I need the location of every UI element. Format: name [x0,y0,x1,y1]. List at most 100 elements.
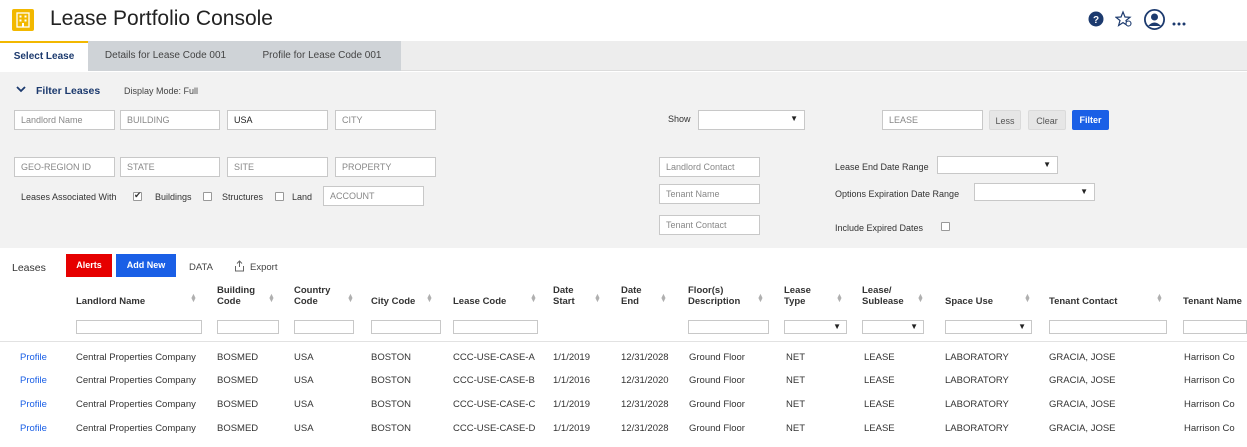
sort-icon[interactable]: ▲ ▼ [660,293,667,304]
buildings-checkbox[interactable] [133,190,142,201]
column-filter-input[interactable] [217,320,279,334]
table-cell: 12/31/2028 [621,399,669,410]
caret-down-icon: ▼ [1043,160,1051,169]
sort-icon[interactable]: ▲ ▼ [426,293,433,304]
help-icon[interactable]: ? [1088,11,1104,30]
star-settings-icon[interactable] [1114,10,1133,31]
tab-profile[interactable]: Profile for Lease Code 001 [243,41,401,71]
table-row[interactable]: Profile Central Properties Company BOSMED U… [0,394,1247,417]
options-range-select[interactable]: ▼ [974,183,1095,201]
column-header-label: Date [621,285,642,296]
buildings-label: Buildings [155,192,192,202]
sort-icon[interactable]: ▲ ▼ [347,293,354,304]
show-select[interactable]: ▼ [698,110,805,130]
column-header[interactable]: Building Code [217,285,255,307]
more-icon[interactable] [1172,18,1186,29]
land-label: Land [292,192,313,202]
table-cell: BOSTON [371,352,411,363]
site-field[interactable]: SITE [227,157,328,177]
alerts-button[interactable]: Alerts [66,254,112,277]
svg-text:?: ? [1093,15,1099,26]
table-row[interactable]: Profile Central Properties Company BOSMED U… [0,347,1247,370]
column-header[interactable]: Lease Code [453,296,506,307]
profile-link[interactable]: Profile [20,423,47,434]
less-button[interactable]: Less [989,110,1021,130]
state-field[interactable]: STATE [120,157,220,177]
filter-button[interactable]: Filter [1072,110,1109,130]
column-filter-input[interactable] [1183,320,1247,334]
column-header[interactable]: Floor(s) Description [688,285,740,307]
account-field[interactable]: ACCOUNT [323,186,424,206]
column-filter-input[interactable] [294,320,354,334]
country-field[interactable]: USA [227,110,328,130]
tab-select-lease[interactable]: Select Lease [0,41,88,71]
tab-bar: Select Lease Details for Lease Code 001 … [0,41,1247,71]
sort-icon[interactable]: ▲ ▼ [836,293,843,304]
column-header-label: Sublease [862,296,904,307]
sort-icon[interactable]: ▲ ▼ [268,293,275,304]
column-header[interactable]: Lease Type [784,285,811,307]
column-filter-select[interactable]: ▼ [784,320,847,334]
export-icon[interactable] [234,260,245,275]
column-header[interactable]: Lease/Sublease [862,285,904,307]
structures-checkbox[interactable] [203,192,212,201]
sort-icon[interactable]: ▲ ▼ [1156,293,1163,304]
sort-icon[interactable]: ▲ ▼ [190,293,197,304]
sort-icon[interactable]: ▲ ▼ [530,293,537,304]
landlord-name-field[interactable]: Landlord Name [14,110,115,130]
table-cell: LABORATORY [945,399,1009,410]
column-header[interactable]: Landlord Name [76,296,145,307]
table-row[interactable]: Profile Central Properties Company BOSMED U… [0,418,1247,441]
landlord-contact-field[interactable]: Landlord Contact [659,157,760,177]
column-filter-select[interactable]: ▼ [862,320,924,334]
display-mode[interactable]: Display Mode: Full [124,86,198,96]
table-cell: BOSMED [217,352,259,363]
user-icon[interactable] [1143,8,1166,33]
column-filter-input[interactable] [76,320,202,334]
assoc-label: Leases Associated With [21,192,117,202]
column-filter-select[interactable]: ▼ [945,320,1032,334]
clear-button[interactable]: Clear [1028,110,1066,130]
data-button[interactable]: DATA [189,262,213,273]
tenant-name-field[interactable]: Tenant Name [659,184,760,204]
column-header[interactable]: Country Code [294,285,330,307]
city-field[interactable]: CITY [335,110,436,130]
lease-field[interactable]: LEASE [882,110,983,130]
property-field[interactable]: PROPERTY [335,157,436,177]
column-header-label: Tenant Contact [1049,296,1118,307]
include-expired-checkbox[interactable] [941,222,950,231]
tab-details[interactable]: Details for Lease Code 001 [88,41,243,71]
land-checkbox[interactable] [275,192,284,201]
building-field[interactable]: BUILDING [120,110,220,130]
column-filter-input[interactable] [453,320,538,334]
column-header[interactable]: City Code [371,296,415,307]
column-header[interactable]: Tenant Contact [1049,296,1117,307]
sort-icon[interactable]: ▲ ▼ [594,293,601,304]
add-new-button[interactable]: Add New [116,254,176,277]
tenant-contact-field[interactable]: Tenant Contact [659,215,760,235]
column-header[interactable]: Date End [621,285,642,307]
sort-icon[interactable]: ▲ ▼ [1024,293,1031,304]
table-cell: CCC-USE-CASE-B [453,375,535,386]
filter-title[interactable]: Filter Leases [36,85,100,97]
column-header[interactable]: Space Use [945,296,993,307]
profile-link[interactable]: Profile [20,399,47,410]
column-header-label: Start [553,296,575,307]
geo-region-field[interactable]: GEO-REGION ID [14,157,115,177]
table-cell: NET [786,352,805,363]
column-filter-input[interactable] [688,320,769,334]
chevron-down-icon[interactable] [16,85,26,96]
column-header-label: Lease [784,285,811,296]
profile-link[interactable]: Profile [20,375,47,386]
table-row[interactable]: Profile Central Properties Company BOSMED U… [0,370,1247,393]
column-filter-input[interactable] [371,320,441,334]
profile-link[interactable]: Profile [20,352,47,363]
column-header[interactable]: Tenant Name [1183,296,1242,307]
sort-icon[interactable]: ▲ ▼ [757,293,764,304]
export-button[interactable]: Export [250,262,277,273]
sort-icon[interactable]: ▲ ▼ [917,293,924,304]
column-header[interactable]: Date Start [553,285,575,307]
table-cell: 12/31/2028 [621,423,669,434]
end-range-select[interactable]: ▼ [937,156,1058,174]
column-filter-input[interactable] [1049,320,1167,334]
